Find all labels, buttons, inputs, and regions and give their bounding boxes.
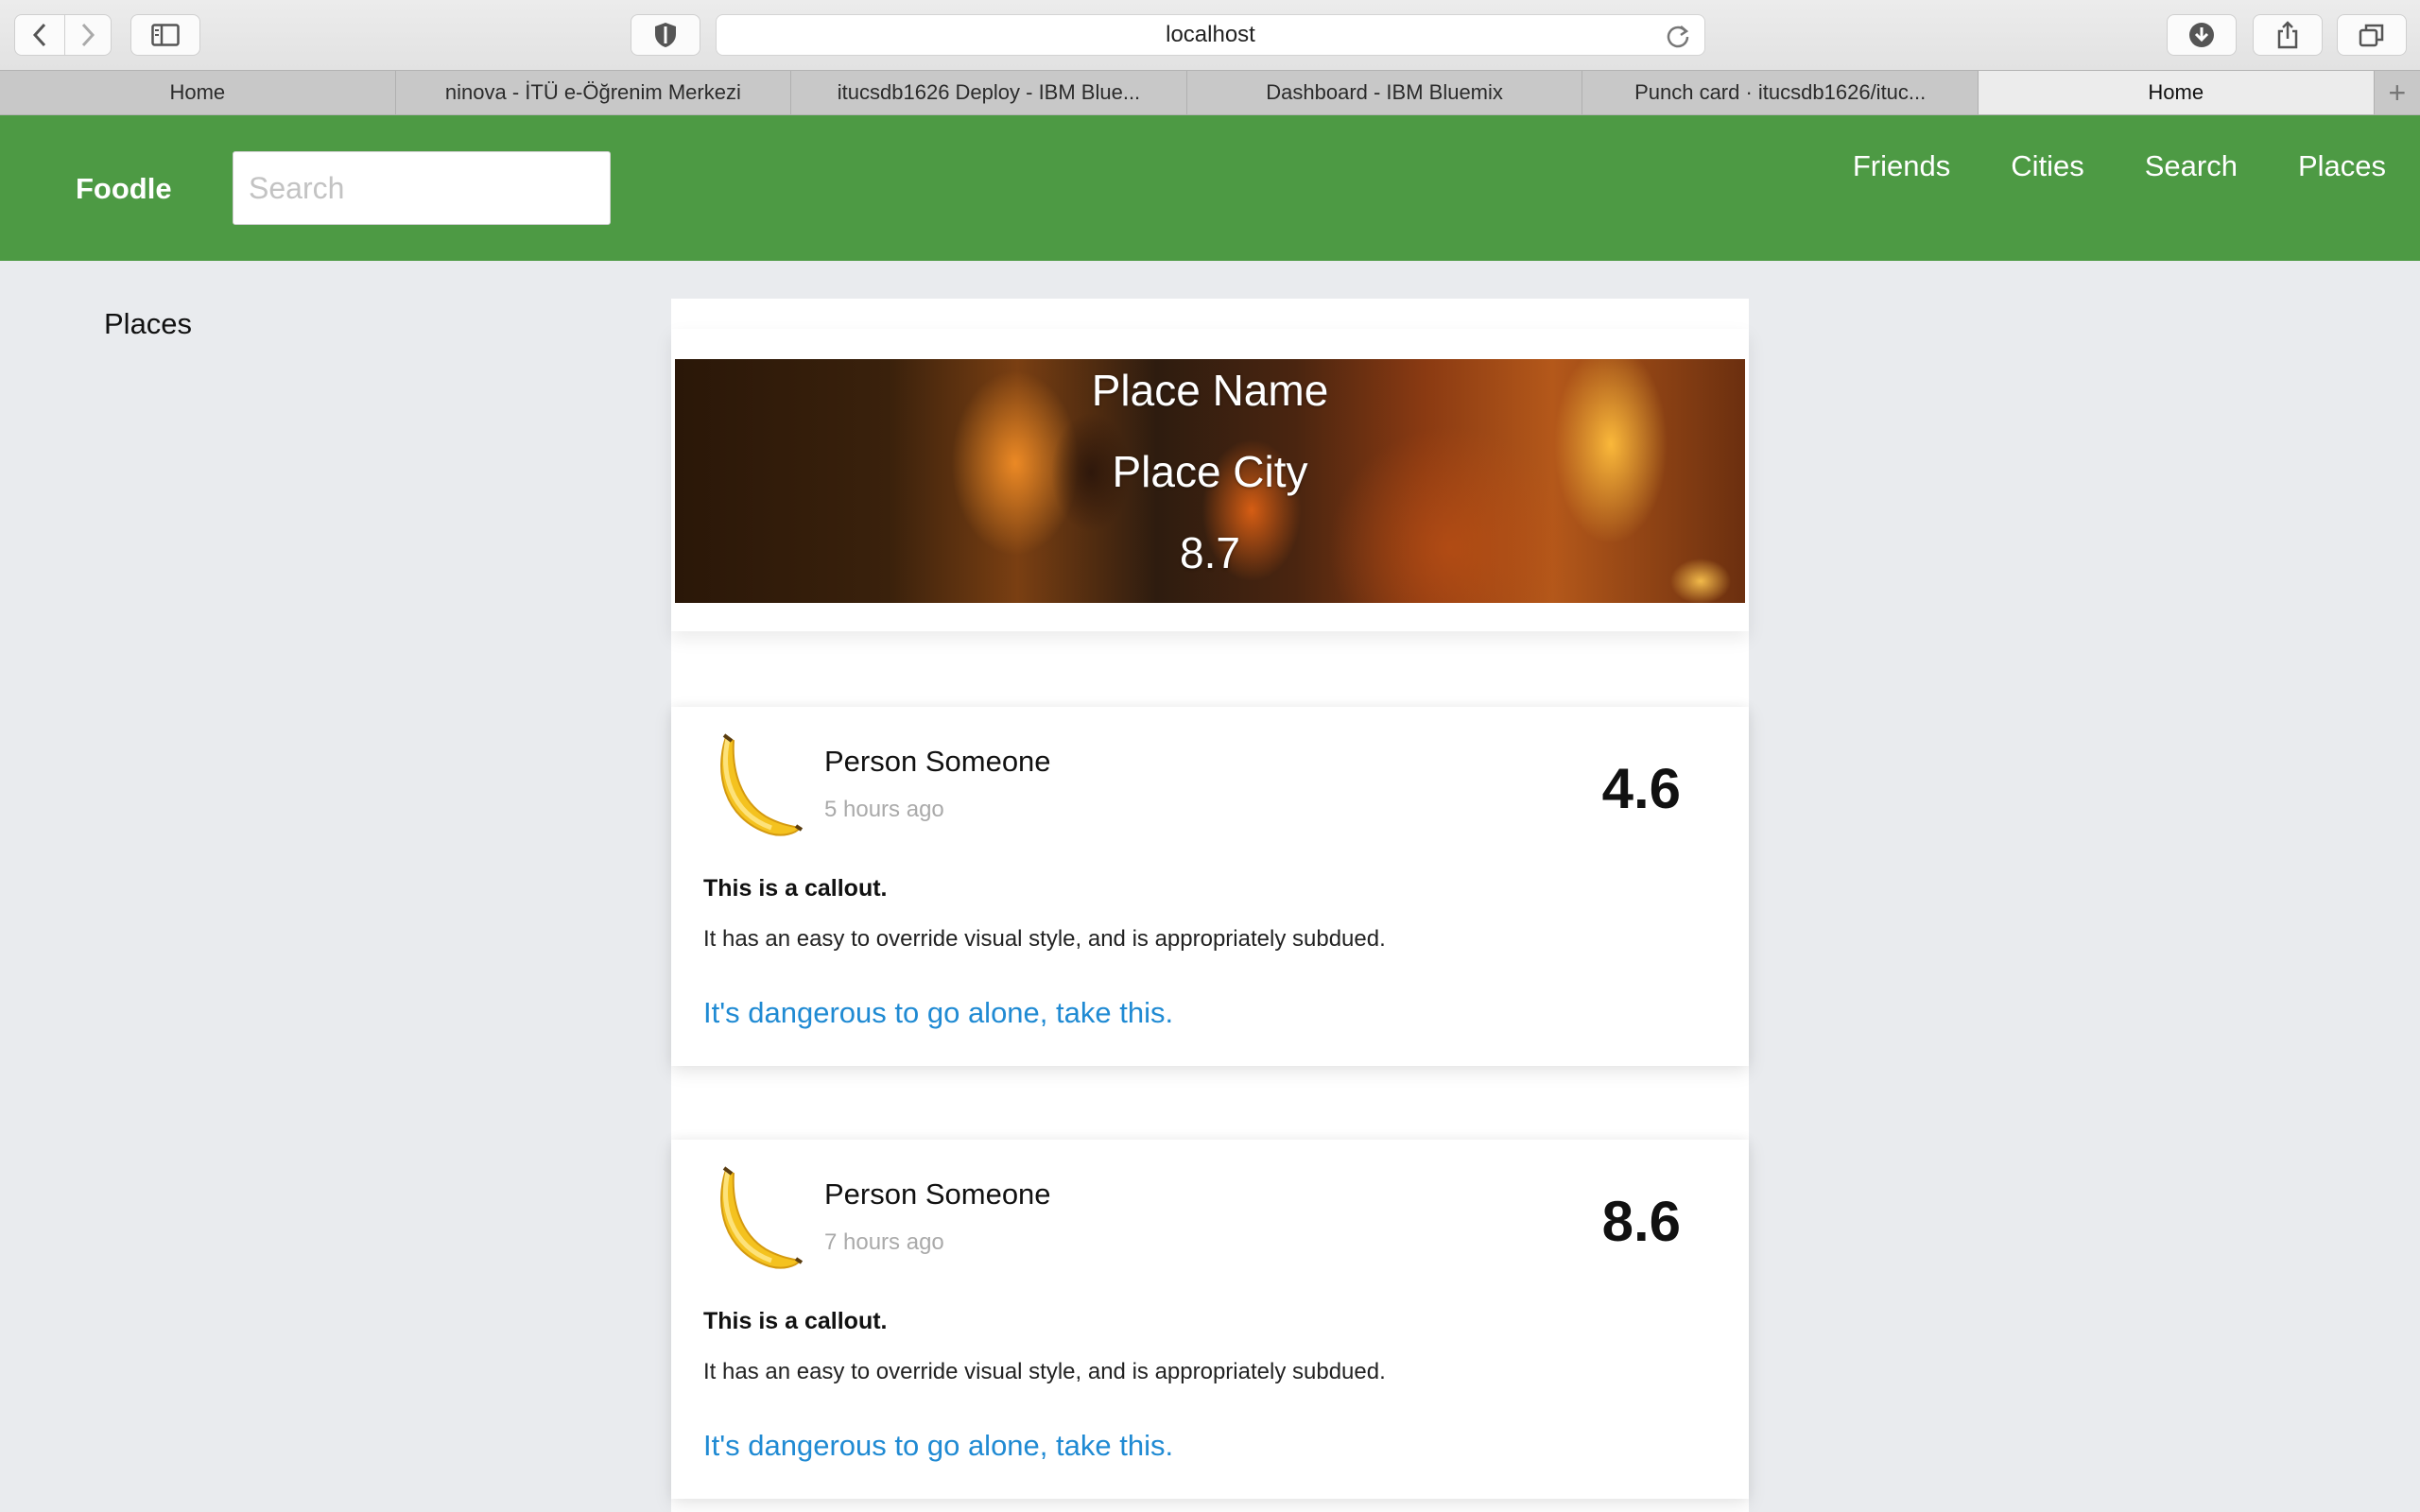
nav-cities[interactable]: Cities: [2011, 149, 2084, 183]
tab-dashboard[interactable]: Dashboard - IBM Bluemix: [1187, 71, 1583, 114]
place-name: Place Name: [1091, 366, 1329, 415]
review-link[interactable]: It's dangerous to go alone, take this.: [703, 996, 1173, 1030]
nav-search[interactable]: Search: [2145, 149, 2238, 183]
review-score: 4.6: [1601, 757, 1681, 820]
banana-icon: [720, 733, 804, 836]
plus-icon: +: [2388, 75, 2407, 110]
main-nav: Friends Cities Search Places: [1853, 149, 2386, 183]
place-card: Place Name Place City 8.7: [671, 329, 1749, 631]
app-header: Foodle Friends Cities Search Places: [0, 115, 2420, 261]
sidebar-title: Places: [104, 307, 193, 340]
search-input[interactable]: [233, 151, 611, 225]
privacy-button[interactable]: [631, 14, 700, 56]
tab-home[interactable]: Home: [0, 71, 396, 114]
reviewer-name[interactable]: Person Someone: [824, 1177, 1051, 1211]
browser-toolbar: localhost: [0, 0, 2420, 70]
review-time: 5 hours ago: [824, 797, 944, 822]
back-button[interactable]: [14, 14, 65, 56]
tabs-overview-button[interactable]: [2337, 14, 2407, 56]
review-time: 7 hours ago: [824, 1229, 944, 1255]
review-card: Person Someone 7 hours ago 8.6 This is a…: [671, 1140, 1749, 1499]
review-link[interactable]: It's dangerous to go alone, take this.: [703, 1429, 1173, 1463]
tab-bar: Home ninova - İTÜ e-Öğrenim Merkezi ituc…: [0, 70, 2420, 115]
downloads-button[interactable]: [2167, 14, 2237, 56]
tab-home-active[interactable]: Home: [1978, 71, 2375, 114]
chevron-right-icon: [81, 23, 95, 47]
reload-icon[interactable]: [1665, 23, 1691, 49]
chevron-left-icon: [32, 23, 46, 47]
nav-friends[interactable]: Friends: [1853, 149, 1950, 183]
forward-button[interactable]: [64, 14, 112, 56]
place-rating: 8.7: [1180, 528, 1240, 577]
nav-places[interactable]: Places: [2298, 149, 2386, 183]
reviewer-name[interactable]: Person Someone: [824, 745, 1051, 779]
tab-punch-card[interactable]: Punch card · itucsdb1626/ituc...: [1582, 71, 1979, 114]
tabs-icon: [2359, 24, 2384, 47]
shield-icon: [655, 23, 676, 47]
place-banner-image: Place Name Place City 8.7: [675, 359, 1745, 603]
callout-title: This is a callout.: [703, 1308, 888, 1334]
brand-logo[interactable]: Foodle: [76, 172, 172, 206]
callout-text: It has an easy to override visual style,…: [703, 926, 1386, 952]
callout-text: It has an easy to override visual style,…: [703, 1359, 1386, 1384]
tab-deploy[interactable]: itucsdb1626 Deploy - IBM Blue...: [791, 71, 1187, 114]
address-text: localhost: [1166, 22, 1255, 47]
share-icon: [2277, 21, 2298, 49]
sidebar-icon: [151, 24, 180, 46]
banana-icon: [720, 1166, 804, 1269]
share-button[interactable]: [2253, 14, 2323, 56]
callout-title: This is a callout.: [703, 875, 888, 902]
review-card: Person Someone 5 hours ago 4.6 This is a…: [671, 707, 1749, 1066]
download-icon: [2189, 23, 2214, 47]
review-score: 8.6: [1601, 1190, 1681, 1253]
tab-ninova[interactable]: ninova - İTÜ e-Öğrenim Merkezi: [396, 71, 792, 114]
sidebar-toggle-button[interactable]: [130, 14, 200, 56]
main-column: Place Name Place City 8.7 Person Someone…: [671, 299, 1749, 1512]
new-tab-button[interactable]: +: [2375, 71, 2420, 114]
place-city: Place City: [1112, 447, 1308, 496]
address-bar[interactable]: localhost: [716, 14, 1705, 56]
